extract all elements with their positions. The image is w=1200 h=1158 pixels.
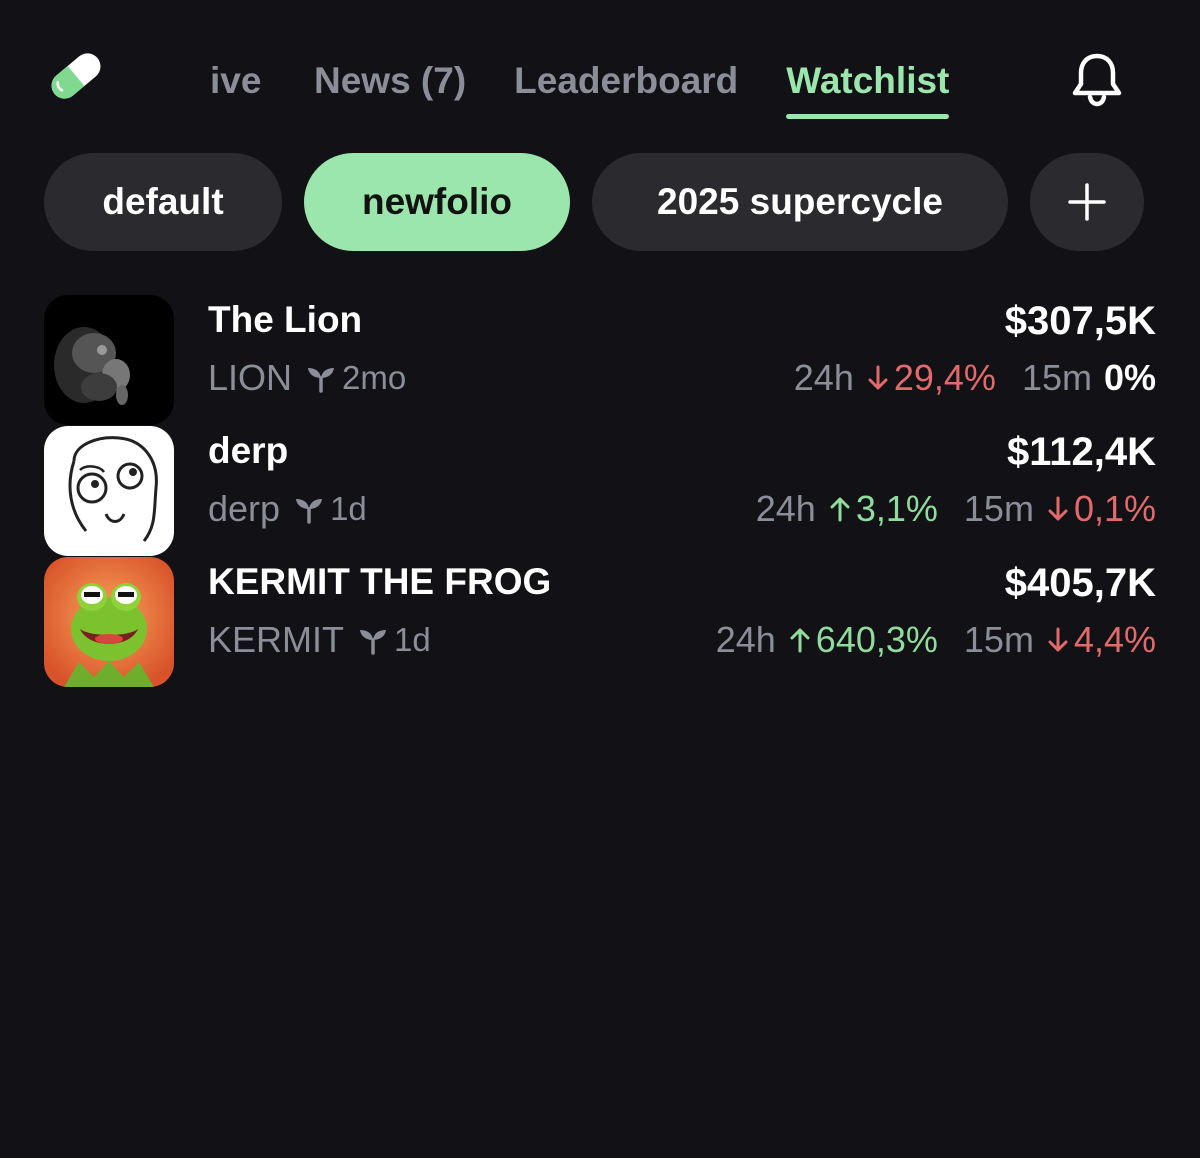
- token-ticker: derp: [208, 488, 281, 529]
- change-15m-value: 0,1%: [1073, 488, 1156, 529]
- token-row[interactable]: derp derp 1d $112,4K 24h 3,1% 15m 0,1%: [44, 426, 1156, 557]
- token-meta: derp 1d: [208, 488, 367, 530]
- token-changes: 24h 29,4% 15m 0%: [794, 357, 1156, 399]
- arrow-down-icon: [868, 365, 888, 390]
- token-market-cap: $405,7K: [1004, 561, 1156, 605]
- token-name: KERMIT THE FROG: [208, 561, 552, 602]
- change-24h-value: 3,1%: [855, 488, 938, 529]
- token-market-cap: $112,4K: [1006, 430, 1156, 474]
- plus-icon: [1068, 183, 1106, 221]
- token-list: The Lion LION 2mo $307,5K 24h 29,4% 15m: [44, 295, 1156, 688]
- chip-2025-supercycle[interactable]: 2025 supercycle: [592, 153, 1008, 251]
- sprout-icon: [360, 630, 387, 655]
- token-market-cap: $307,5K: [1004, 299, 1156, 343]
- token-age: 1d: [330, 490, 367, 527]
- change-15m-value: 4,4%: [1073, 619, 1156, 660]
- portfolio-chips: default newfolio 2025 supercycle: [44, 153, 1144, 251]
- label-15m: 15m: [1021, 357, 1092, 398]
- token-avatar-kermit: [44, 557, 174, 687]
- top-nav: ive News (7) Leaderboard Watchlist: [210, 58, 997, 128]
- change-24h: 29,4%: [866, 357, 996, 399]
- label-15m: 15m: [963, 488, 1034, 529]
- label-15m: 15m: [963, 619, 1034, 660]
- chip-newfolio[interactable]: newfolio: [304, 153, 570, 251]
- token-age: 2mo: [342, 359, 407, 396]
- tab-live[interactable]: ive: [210, 58, 266, 104]
- change-15m: 4,4%: [1046, 619, 1156, 661]
- token-ticker: LION: [208, 357, 293, 398]
- chip-default[interactable]: default: [44, 153, 282, 251]
- token-avatar-derp: [44, 426, 174, 556]
- tab-watchlist[interactable]: Watchlist: [786, 58, 950, 119]
- token-meta: KERMIT 1d: [208, 619, 431, 661]
- sprout-icon: [308, 368, 335, 393]
- change-24h-value: 640,3%: [815, 619, 938, 660]
- token-avatar-lion: [44, 295, 174, 425]
- token-meta: LION 2mo: [208, 357, 406, 399]
- tab-leaderboard[interactable]: Leaderboard: [514, 58, 738, 104]
- change-15m: 0%: [1104, 357, 1156, 399]
- pill-logo-icon[interactable]: [44, 44, 108, 108]
- token-changes: 24h 640,3% 15m 4,4%: [716, 619, 1156, 661]
- add-portfolio-button[interactable]: [1030, 153, 1144, 251]
- token-row[interactable]: KERMIT THE FROG KERMIT 1d $405,7K 24h 64…: [44, 557, 1156, 688]
- sprout-icon: [296, 499, 323, 524]
- label-24h: 24h: [793, 357, 854, 398]
- token-row[interactable]: The Lion LION 2mo $307,5K 24h 29,4% 15m: [44, 295, 1156, 426]
- watchlist-screen: ive News (7) Leaderboard Watchlist defau…: [0, 0, 1200, 1158]
- arrow-down-icon: [1048, 496, 1068, 521]
- token-name: The Lion: [208, 299, 363, 340]
- change-24h-value: 29,4%: [893, 357, 996, 398]
- label-24h: 24h: [715, 619, 776, 660]
- change-15m-value: 0%: [1103, 357, 1156, 398]
- arrow-up-icon: [830, 497, 850, 522]
- arrow-down-icon: [1048, 627, 1068, 652]
- arrow-up-icon: [790, 628, 810, 653]
- label-24h: 24h: [755, 488, 816, 529]
- tab-news[interactable]: News (7): [314, 58, 466, 104]
- change-15m: 0,1%: [1046, 488, 1156, 530]
- token-name: derp: [208, 430, 289, 471]
- bell-icon[interactable]: [1068, 50, 1126, 108]
- token-age: 1d: [394, 621, 431, 658]
- token-changes: 24h 3,1% 15m 0,1%: [756, 488, 1156, 530]
- change-24h: 3,1%: [828, 488, 938, 530]
- change-24h: 640,3%: [788, 619, 938, 661]
- token-ticker: KERMIT: [208, 619, 345, 660]
